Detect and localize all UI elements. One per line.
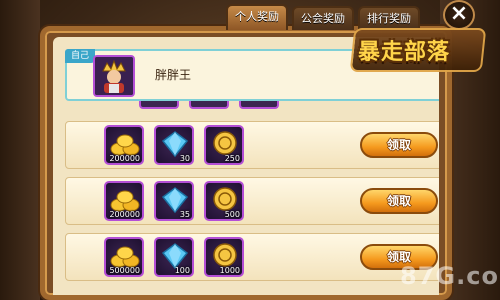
coin-item: 1000 <box>204 237 244 277</box>
tab-ranking-rewards[interactable]: 排行奖励 <box>358 6 420 30</box>
tab-personal-rewards[interactable]: 个人奖励 <box>226 4 288 30</box>
list-item: 500000 100 1000 领取 <box>65 233 439 281</box>
claim-button[interactable]: 领取 <box>360 188 438 214</box>
gem-qty: 30 <box>179 154 190 163</box>
close-button[interactable]: × <box>443 0 475 30</box>
gem-qty: 35 <box>179 210 190 219</box>
self-tag: 自己 <box>65 49 95 63</box>
coin-item: 500 <box>204 181 244 221</box>
coin-item: 250 <box>204 125 244 165</box>
item-slot-partial <box>239 101 279 109</box>
gold-item: 200000 <box>104 125 144 165</box>
avatar <box>93 55 135 97</box>
watermark: 87G.com <box>400 262 500 290</box>
gem-item: 100 <box>154 237 194 277</box>
gem-qty: 100 <box>174 266 190 275</box>
player-name: 胖胖王 <box>155 68 192 82</box>
gold-item: 500000 <box>104 237 144 277</box>
king-avatar-icon <box>95 57 133 95</box>
tab-guild-rewards[interactable]: 公会奖励 <box>292 6 354 30</box>
list-item: 200000 30 250 领取 <box>65 121 439 169</box>
game-logo: 暴走部落 <box>349 28 487 72</box>
list-item-partial <box>65 101 439 113</box>
item-slot-partial <box>139 101 179 109</box>
close-icon: × <box>449 1 469 26</box>
gold-qty: 200000 <box>109 210 140 219</box>
reward-list: 200000 30 250 领取 200000 35 500 领取 500000… <box>65 101 439 281</box>
gem-item: 35 <box>154 181 194 221</box>
backdrop-left <box>0 0 40 300</box>
gold-qty: 200000 <box>109 154 140 163</box>
item-slot-partial <box>189 101 229 109</box>
coin-qty: 250 <box>224 154 240 163</box>
gold-qty: 500000 <box>109 266 140 275</box>
logo-text: 暴走部落 <box>358 40 451 65</box>
tab-bar: 个人奖励 公会奖励 排行奖励 <box>226 4 420 30</box>
rewards-panel-body: 自己 胖胖王 200000 30 250 领取 200000 35 500 领取… <box>53 37 439 295</box>
list-item: 200000 35 500 领取 <box>65 177 439 225</box>
coin-qty: 500 <box>224 210 240 219</box>
gem-item: 30 <box>154 125 194 165</box>
coin-qty: 1000 <box>219 266 240 275</box>
claim-button[interactable]: 领取 <box>360 132 438 158</box>
gold-item: 200000 <box>104 181 144 221</box>
